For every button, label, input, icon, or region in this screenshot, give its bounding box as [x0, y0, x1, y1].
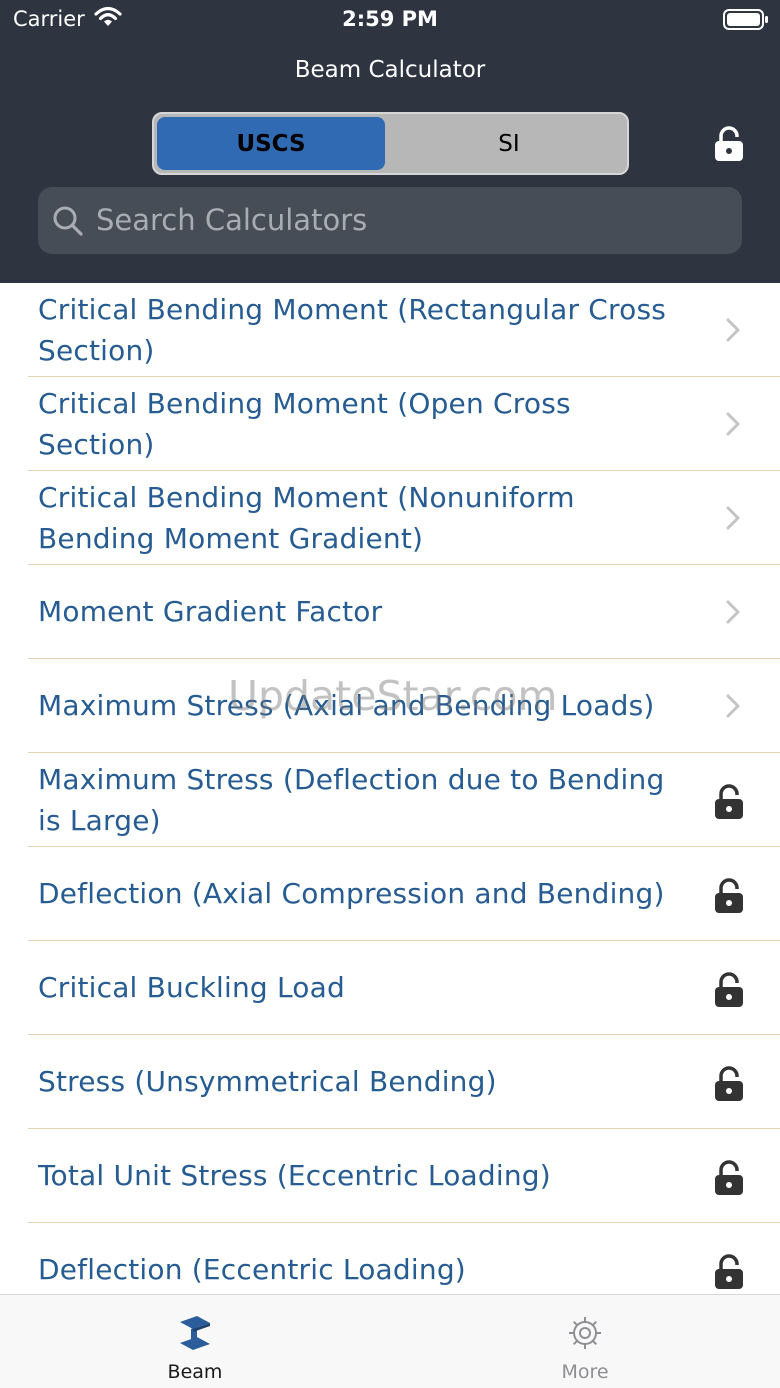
- list-item[interactable]: Critical Buckling Load: [0, 941, 780, 1035]
- lock-icon: [714, 1160, 744, 1200]
- battery-icon: [723, 8, 769, 36]
- list-item[interactable]: Total Unit Stress (Eccentric Loading): [0, 1129, 780, 1223]
- lock-icon: [714, 784, 744, 824]
- list-item-label: Stress (Unsymmetrical Bending): [38, 1065, 497, 1098]
- list-item-label: Critical Bending Moment (Open Cross Sect…: [38, 386, 571, 461]
- chevron-right-icon: [725, 412, 741, 440]
- chevron-right-icon: [725, 694, 741, 722]
- chevron-right-icon: [725, 600, 741, 628]
- tab-label: More: [561, 1361, 609, 1383]
- list-item[interactable]: Deflection (Axial Compression and Bendin…: [0, 847, 780, 941]
- tab-label: Beam: [167, 1361, 223, 1383]
- list-item[interactable]: Maximum Stress (Axial and Bending Loads): [0, 659, 780, 753]
- lock-icon: [714, 972, 744, 1012]
- tab-beam[interactable]: Beam: [0, 1295, 390, 1388]
- list-item[interactable]: Stress (Unsymmetrical Bending): [0, 1035, 780, 1129]
- tab-bar: Beam More: [0, 1294, 780, 1388]
- list-item-label: Maximum Stress (Deflection due to Bendin…: [38, 762, 665, 837]
- segment-uscs[interactable]: USCS: [157, 117, 385, 170]
- list-item[interactable]: Maximum Stress (Deflection due to Bendin…: [0, 753, 780, 847]
- list-item-label: Total Unit Stress (Eccentric Loading): [38, 1159, 551, 1192]
- list-item-label: Critical Bending Moment (Rectangular Cro…: [38, 292, 667, 367]
- chevron-right-icon: [725, 506, 741, 534]
- list-item[interactable]: Critical Bending Moment (Rectangular Cro…: [0, 283, 780, 377]
- calculator-list: Critical Bending Moment (Rectangular Cro…: [0, 283, 780, 1294]
- lock-icon: [714, 1066, 744, 1106]
- tab-more[interactable]: More: [390, 1295, 780, 1388]
- gear-icon: [565, 1313, 605, 1357]
- list-item[interactable]: Critical Bending Moment (Open Cross Sect…: [0, 377, 780, 471]
- list-item[interactable]: Deflection (Eccentric Loading): [0, 1223, 780, 1294]
- segment-si[interactable]: SI: [394, 117, 624, 170]
- search-bar[interactable]: Search Calculators: [38, 187, 742, 254]
- search-input[interactable]: Search Calculators: [96, 203, 367, 237]
- search-icon: [52, 205, 84, 241]
- status-bar: Carrier 2:59 PM: [0, 0, 780, 40]
- page-title: Beam Calculator: [294, 57, 486, 83]
- list-item[interactable]: Moment Gradient Factor: [0, 565, 780, 659]
- list-item-label: Critical Bending Moment (Nonuniform Bend…: [38, 480, 575, 555]
- list-item-label: Maximum Stress (Axial and Bending Loads): [38, 689, 655, 722]
- lock-icon: [714, 1254, 744, 1294]
- chevron-right-icon: [725, 318, 741, 346]
- list-item-label: Deflection (Axial Compression and Bendin…: [38, 877, 665, 910]
- list-item-label: Moment Gradient Factor: [38, 595, 383, 628]
- unlock-icon[interactable]: [714, 126, 744, 166]
- beam-icon: [175, 1313, 215, 1357]
- list-item-label: Critical Buckling Load: [38, 971, 345, 1004]
- lock-icon: [714, 878, 744, 918]
- status-time: 2:59 PM: [342, 7, 438, 31]
- navigation-header: Carrier 2:59 PM Beam Calculator USCS SI: [0, 0, 780, 283]
- list-item-label: Deflection (Eccentric Loading): [38, 1253, 466, 1286]
- list-item[interactable]: Critical Bending Moment (Nonuniform Bend…: [0, 471, 780, 565]
- unit-segmented-control[interactable]: USCS SI: [152, 112, 629, 175]
